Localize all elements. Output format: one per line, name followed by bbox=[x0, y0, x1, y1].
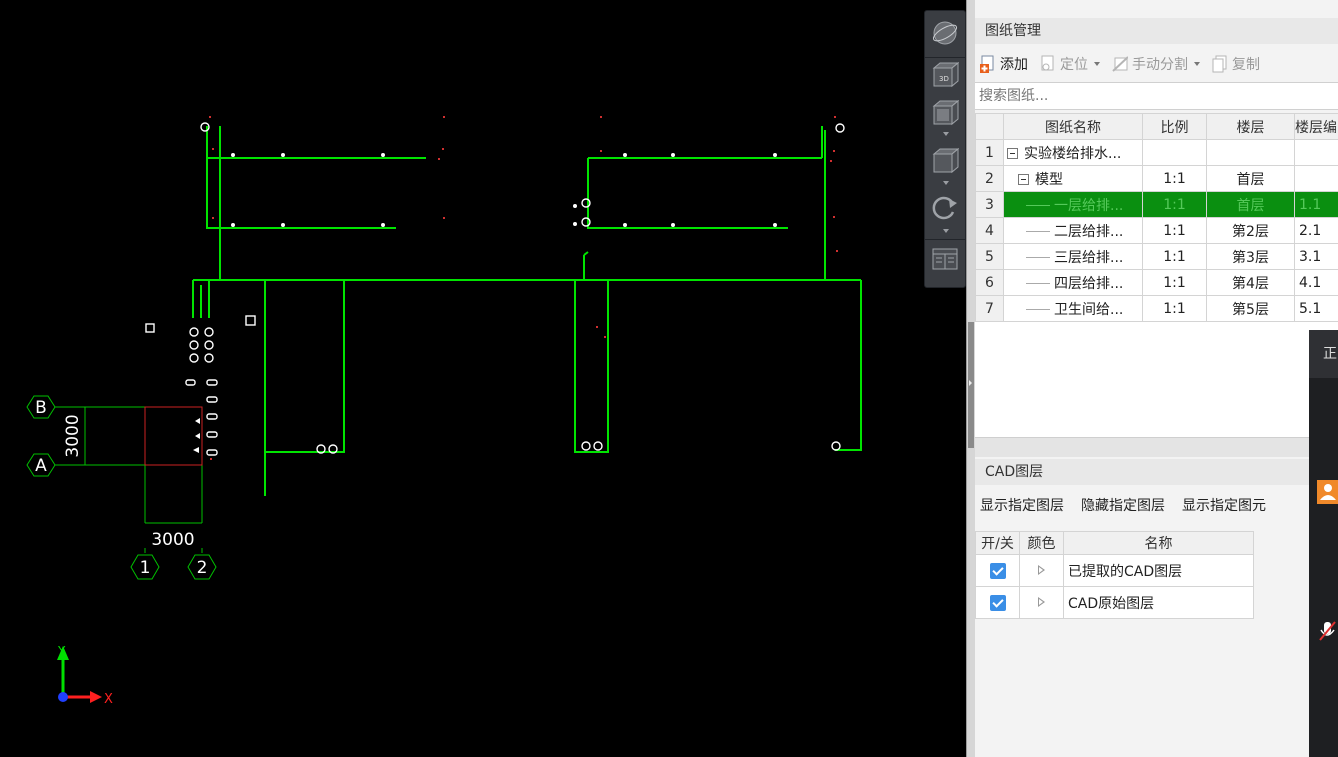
add-file-icon bbox=[980, 55, 994, 73]
user-icon[interactable] bbox=[1317, 480, 1338, 504]
chevron-down-icon bbox=[1094, 62, 1100, 66]
show-element-button[interactable]: 显示指定图元 bbox=[1182, 495, 1266, 515]
fixtures bbox=[145, 122, 845, 456]
annotation-specks bbox=[209, 116, 838, 460]
layer-visible-checkbox[interactable] bbox=[989, 594, 1006, 611]
collapse-arrow-icon[interactable] bbox=[969, 380, 972, 386]
table-row[interactable]: 1 实验楼给排水... bbox=[975, 139, 1338, 166]
col-scale[interactable]: 比例 bbox=[1142, 113, 1207, 140]
hide-layer-button[interactable]: 隐藏指定图层 bbox=[1081, 495, 1165, 515]
split-icon bbox=[1112, 56, 1128, 72]
cad-layer-table: 开/关 颜色 名称 已提取的CAD图层 CAD原始图层 bbox=[975, 531, 1254, 619]
layer-row[interactable]: CAD原始图层 bbox=[975, 586, 1254, 619]
layer-visible-checkbox[interactable] bbox=[989, 562, 1006, 579]
collapse-icon[interactable] bbox=[1018, 174, 1029, 185]
expand-icon[interactable] bbox=[1038, 596, 1045, 607]
col-floor-code[interactable]: 楼层编 bbox=[1294, 113, 1338, 140]
collapse-icon[interactable] bbox=[1007, 148, 1018, 159]
drawing-search bbox=[975, 82, 1338, 110]
floating-sidebar: 正 bbox=[1309, 330, 1338, 757]
dim-vertical: 3000 bbox=[63, 414, 83, 457]
axis-label-b: B bbox=[35, 398, 47, 418]
view-top-icon[interactable] bbox=[931, 99, 961, 129]
view-3d-icon[interactable]: 3D bbox=[931, 61, 961, 91]
cad-canvas[interactable]: B A 1 2 3000 3000 Y X 3D bbox=[0, 0, 967, 757]
manual-split-button[interactable]: 手动分割 bbox=[1112, 54, 1200, 74]
mic-muted-icon[interactable] bbox=[1317, 616, 1338, 646]
column-box bbox=[144, 406, 203, 466]
layout-icon[interactable] bbox=[931, 245, 961, 275]
col-num bbox=[975, 113, 1004, 140]
table-row[interactable]: 5 三层给排... 1:1 第3层 3.1 bbox=[975, 243, 1338, 270]
col-toggle: 开/关 bbox=[975, 531, 1020, 555]
ucs-icon: Y X bbox=[57, 644, 113, 707]
col-name[interactable]: 图纸名称 bbox=[1003, 113, 1143, 140]
drawing-manager-toolbar: 添加 定位 手动分割 复制 bbox=[975, 48, 1338, 80]
pipe-network bbox=[192, 126, 862, 496]
fixture-dots bbox=[193, 153, 777, 453]
col-color: 颜色 bbox=[1019, 531, 1064, 555]
drawing-manager-title: 图纸管理 bbox=[975, 18, 1338, 44]
ucs-y-label: Y bbox=[57, 644, 66, 658]
locate-icon bbox=[1041, 55, 1054, 71]
svg-text:3D: 3D bbox=[939, 75, 949, 83]
copy-icon bbox=[1212, 55, 1227, 73]
cad-drawing[interactable]: B A 1 2 3000 3000 Y X bbox=[0, 0, 966, 757]
col-floor[interactable]: 楼层 bbox=[1206, 113, 1295, 140]
dim-horizontal: 3000 bbox=[151, 530, 194, 550]
orbit-icon[interactable] bbox=[931, 19, 961, 49]
ucs-x-label: X bbox=[104, 692, 113, 707]
cad-layer-actions: 显示指定图层 隐藏指定图层 显示指定图元 bbox=[975, 490, 1338, 520]
add-button[interactable]: 添加 bbox=[980, 54, 1028, 74]
layer-table-header: 开/关 颜色 名称 bbox=[975, 531, 1254, 555]
locate-button[interactable]: 定位 bbox=[1040, 54, 1100, 74]
axis-label-a: A bbox=[35, 456, 47, 476]
table-header: 图纸名称 比例 楼层 楼层编 bbox=[975, 113, 1338, 140]
cad-layers-title: CAD图层 bbox=[975, 459, 1338, 485]
sidebar-head[interactable]: 正 bbox=[1309, 330, 1338, 378]
axis-label-1: 1 bbox=[140, 558, 151, 578]
copy-button[interactable]: 复制 bbox=[1212, 54, 1260, 74]
table-row[interactable]: 6 四层给排... 1:1 第4层 4.1 bbox=[975, 269, 1338, 296]
col-layer-name: 名称 bbox=[1063, 531, 1254, 555]
panel-divider[interactable] bbox=[975, 437, 1338, 457]
panel-splitter[interactable] bbox=[966, 0, 975, 757]
right-panel: 图纸管理 添加 定位 手动分割 复制 图纸名称 比例 楼层 bbox=[975, 0, 1338, 757]
table-row[interactable]: 7 卫生间给... 1:1 第5层 5.1 bbox=[975, 295, 1338, 322]
drawing-search-input[interactable] bbox=[975, 83, 1323, 109]
table-row-selected[interactable]: 3 一层给排... 1:1 首层 1.1 bbox=[975, 191, 1338, 218]
view-iso-icon[interactable] bbox=[931, 147, 961, 177]
rotate-icon[interactable] bbox=[931, 194, 961, 224]
view-navigation-toolbar: 3D bbox=[924, 10, 967, 288]
table-row[interactable]: 2 模型 1:1 首层 bbox=[975, 165, 1338, 192]
chevron-down-icon bbox=[1194, 62, 1200, 66]
layer-row[interactable]: 已提取的CAD图层 bbox=[975, 554, 1254, 587]
table-row[interactable]: 4 二层给排... 1:1 第2层 2.1 bbox=[975, 217, 1338, 244]
expand-icon[interactable] bbox=[1038, 564, 1045, 575]
show-layer-button[interactable]: 显示指定图层 bbox=[980, 495, 1064, 515]
axis-label-2: 2 bbox=[197, 558, 208, 578]
drawing-table: 图纸名称 比例 楼层 楼层编 1 实验楼给排水... 2 模型 1:1 首层 3… bbox=[975, 113, 1338, 322]
